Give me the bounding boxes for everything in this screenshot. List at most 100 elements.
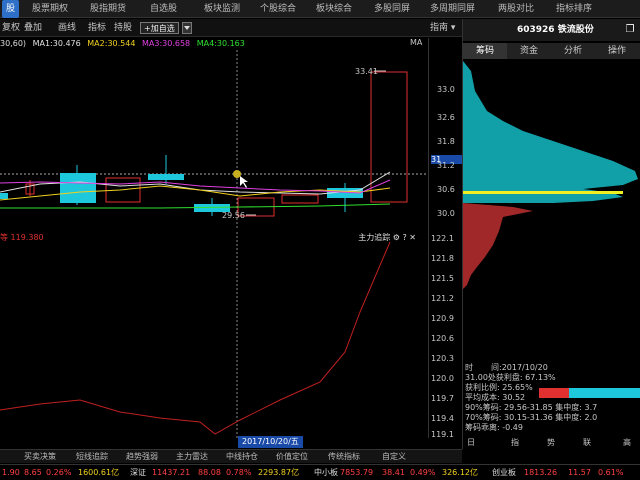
- time-label: 时: [465, 363, 473, 372]
- cursor-icon: [240, 176, 248, 188]
- ticker-item: 0.26%: [46, 468, 72, 477]
- chip-tab-link[interactable]: 联: [583, 437, 591, 448]
- price-axis: 31 122.1 121.8 121.5 121.2 120.9 120.6 1…: [428, 38, 463, 439]
- overlay-button[interactable]: 叠加: [24, 19, 42, 37]
- indicator-axis-label: 119.7: [431, 394, 454, 403]
- watchlist-dropdown[interactable]: [182, 22, 192, 34]
- panel-tabs: 筹码 资金 分析 操作: [463, 43, 640, 59]
- chip-bottom-tabs: 日 指 势 联 高: [463, 437, 640, 449]
- ticker-item: 深证: [130, 468, 146, 477]
- ticker-item: 0.61%: [598, 468, 624, 477]
- tab-multi-stock[interactable]: 多股同屏: [374, 0, 410, 18]
- tab-custom[interactable]: 自定义: [382, 450, 406, 464]
- profit-ratio-bar: [539, 388, 640, 398]
- candlestick-chart[interactable]: 33.41 29.56: [0, 50, 428, 230]
- tab-stock-overview[interactable]: 个股综合: [260, 0, 296, 18]
- profit-bar-red: [539, 388, 569, 398]
- tab-sector-monitor[interactable]: 板块监测: [204, 0, 240, 18]
- ticker-item: 0.78%: [226, 468, 252, 477]
- tab-watchlist[interactable]: 自选股: [150, 0, 177, 18]
- indicator-axis-label: 121.5: [431, 274, 454, 283]
- ma-params: 30,60): [0, 39, 27, 48]
- concentration-70: 集中度: 2.0: [555, 413, 598, 422]
- market-ticker: 1.90 8.65 0.26% 1600.61亿 深证 11437.21 88.…: [0, 464, 640, 480]
- chevron-down-icon: [184, 26, 190, 30]
- add-watchlist-button[interactable]: +加自选: [140, 22, 179, 34]
- ticker-item: 88.08: [198, 468, 221, 477]
- ticker-item: 326.12亿: [442, 468, 478, 477]
- tab-trade-decision[interactable]: 买卖决策: [24, 450, 56, 464]
- chip-tab-index[interactable]: 指: [511, 437, 519, 448]
- close-profit: 31.00处获利盘: 67.13%: [465, 373, 556, 382]
- ma4-value: MA4:30.163: [196, 39, 245, 48]
- crosshair-date-label: 2017/10/20/五: [238, 436, 303, 448]
- zoom-button[interactable]: 指南 ▾: [430, 19, 455, 37]
- holdings-button[interactable]: 持股: [114, 19, 132, 37]
- low-price-annotation: 29.56: [222, 211, 245, 220]
- chart-toolbar: 复权 叠加 画线 指标 持股 +加自选 指南 ▾: [0, 19, 462, 37]
- ticker-item: 1600.61亿: [78, 468, 120, 477]
- tab-analysis[interactable]: 分析: [551, 43, 595, 59]
- profit-bar-cyan: [569, 388, 640, 398]
- candle: [148, 174, 184, 180]
- chip-axis-label: 30.0: [437, 209, 455, 218]
- chip-distribution-chart: [463, 61, 638, 289]
- time-value: 间:2017/10/20: [491, 363, 548, 372]
- ticker-item: 0.49%: [410, 468, 436, 477]
- loss-chips: [463, 203, 533, 289]
- tab-trend-strength[interactable]: 趋势强弱: [126, 450, 158, 464]
- top-navigation: 股 股票期权 股指期货 自选股 板块监测 个股综合 板块综合 多股同屏 多周期同…: [0, 0, 640, 18]
- indicator-axis-label: 120.9: [431, 314, 454, 323]
- ticker-item: 7853.79: [340, 468, 374, 477]
- tab-indicator-rank[interactable]: 指标排序: [556, 0, 592, 18]
- ticker-item: 创业板: [492, 468, 516, 477]
- tab-multi-period[interactable]: 多周期同屏: [430, 0, 475, 18]
- tab-chips[interactable]: 筹码: [463, 43, 507, 59]
- tab-stock-options[interactable]: 股票期权: [32, 0, 68, 18]
- tab-index-futures[interactable]: 股指期货: [90, 0, 126, 18]
- chip-axis-label: 32.6: [437, 113, 455, 122]
- indicator-axis-label: 121.2: [431, 294, 454, 303]
- indicator-axis-label: 119.1: [431, 430, 454, 439]
- chip-axis-label: 31.8: [437, 137, 455, 146]
- indicator-axis-label: 120.6: [431, 334, 454, 343]
- tab-funds[interactable]: 资金: [507, 43, 551, 59]
- tab-operation[interactable]: 操作: [595, 43, 639, 59]
- chip-tab-day[interactable]: 日: [467, 437, 475, 448]
- tab-value-position[interactable]: 价值定位: [276, 450, 308, 464]
- tab-mid-holding[interactable]: 中线持仓: [226, 450, 258, 464]
- chip-tab-high[interactable]: 高: [623, 437, 631, 448]
- stock-title: 603926 铁流股份: [463, 19, 640, 41]
- chip-axis-label: 31.2: [437, 161, 455, 170]
- panel-close-button[interactable]: ❐: [622, 22, 638, 38]
- indicator-axis-label: 121.8: [431, 254, 454, 263]
- ticker-item: 11.57: [568, 468, 591, 477]
- chip-90: 90%筹码: 29.56-31.85: [465, 403, 553, 412]
- tab-compare[interactable]: 两股对比: [498, 0, 534, 18]
- draw-button[interactable]: 画线: [58, 19, 76, 37]
- tab-sector-overview[interactable]: 板块综合: [316, 0, 352, 18]
- current-price-line: [463, 191, 623, 194]
- tab-short-track[interactable]: 短线追踪: [76, 450, 108, 464]
- indicator-chart[interactable]: [0, 232, 428, 438]
- ticker-item: 8.65: [24, 468, 42, 477]
- chip-70: 70%筹码: 30.15-31.36: [465, 413, 553, 422]
- tab-main-radar[interactable]: 主力雷达: [176, 450, 208, 464]
- tab-stock[interactable]: 股: [2, 0, 20, 18]
- profit-chips: [463, 61, 638, 203]
- chip-tab-trend[interactable]: 势: [547, 437, 555, 448]
- crosshair-marker: [233, 170, 241, 178]
- chip-axis-label: 33.0: [437, 85, 455, 94]
- indicator-axis-label: 120.3: [431, 354, 454, 363]
- indicator-button[interactable]: 指标: [88, 19, 106, 37]
- ticker-item: 1813.26: [524, 468, 558, 477]
- adjust-button[interactable]: 复权: [2, 19, 20, 37]
- tab-traditional-indicator[interactable]: 传统指标: [328, 450, 360, 464]
- ticker-item: 11437.21: [152, 468, 191, 477]
- ma-legend: 30,60) MA1:30.476 MA2:30.544 MA3:30.658 …: [0, 38, 249, 50]
- chip-axis-label: 30.6: [437, 185, 455, 194]
- indicator-axis-label: 122.1: [431, 234, 454, 243]
- ticker-item: 中小板: [314, 468, 338, 477]
- candle: [0, 193, 8, 199]
- ma3-value: MA3:30.658: [141, 39, 191, 48]
